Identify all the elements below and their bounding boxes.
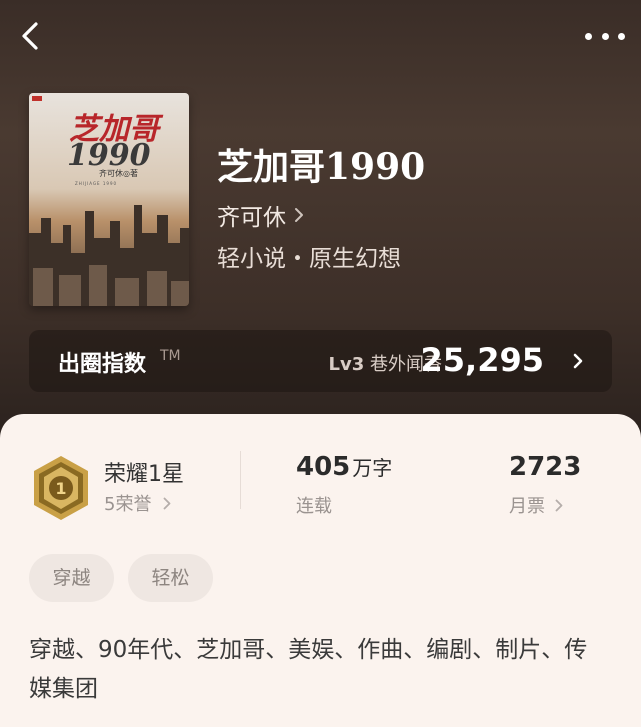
monthly-tickets-count: 2723 xyxy=(509,452,582,482)
more-dot xyxy=(618,32,625,40)
index-score: 25,295 xyxy=(420,341,544,379)
svg-text:1990: 1990 xyxy=(67,138,151,173)
index-label: 出圈指数 xyxy=(58,352,147,377)
honor-title: 荣耀1星 xyxy=(104,462,184,487)
back-button[interactable] xyxy=(14,18,50,54)
serial-status: 连载 xyxy=(296,496,332,517)
svg-text:1: 1 xyxy=(55,479,66,498)
author-link[interactable]: 齐可休 xyxy=(217,198,304,232)
stats-divider xyxy=(240,451,241,509)
book-genre: 轻小说・原生幻想 xyxy=(217,246,401,272)
word-count-value: 405 xyxy=(296,452,351,482)
more-button[interactable] xyxy=(585,22,625,50)
honor-count-link[interactable]: 5荣誉 xyxy=(104,490,171,516)
word-count-unit: 万字 xyxy=(352,456,393,480)
book-cover[interactable]: 芝加哥 1990 齐可休◎著 ZHIJIAGE 1990 xyxy=(29,93,189,306)
book-title: 芝加哥1990 xyxy=(217,146,426,188)
tag-chip[interactable]: 轻松 xyxy=(128,554,213,602)
chevron-right-icon xyxy=(295,208,303,222)
back-arrow-icon xyxy=(22,22,38,50)
monthly-tickets-label: 月票 xyxy=(509,496,545,517)
tag-chip[interactable]: 穿越 xyxy=(29,554,114,602)
chevron-right-icon xyxy=(573,353,583,369)
book-description: 穿越、90年代、芝加哥、美娱、作曲、编剧、制片、传媒集团 xyxy=(29,637,588,702)
more-dot xyxy=(585,32,592,40)
book-header: 芝加哥 1990 齐可休◎著 ZHIJIAGE 1990 芝加哥1990 齐可休… xyxy=(0,0,641,440)
more-dot xyxy=(601,32,609,40)
honor-badge-icon[interactable]: 1 xyxy=(30,454,92,522)
cover-art: 芝加哥 1990 齐可休◎著 ZHIJIAGE 1990 xyxy=(29,93,189,306)
author-name: 齐可休 xyxy=(217,205,286,231)
chevron-right-icon xyxy=(555,499,563,511)
popularity-index-bar[interactable]: 出圈指数 TM Lv3 巷外闻香 25,295 xyxy=(29,330,612,392)
book-info-panel: 1 荣耀1星 5荣誉 405 万字 连载 2723 月票 穿越 轻松 穿越、90年… xyxy=(0,414,641,727)
chevron-right-icon xyxy=(164,497,171,509)
honor-count: 5荣誉 xyxy=(104,494,152,515)
level-code: Lv3 xyxy=(328,354,365,375)
monthly-tickets-link[interactable]: 月票 xyxy=(509,492,563,518)
trademark-mark: TM xyxy=(160,348,181,364)
svg-text:齐可休◎著: 齐可休◎著 xyxy=(99,168,138,178)
svg-text:ZHIJIAGE 1990: ZHIJIAGE 1990 xyxy=(75,181,117,186)
word-count: 405 万字 xyxy=(296,452,392,482)
